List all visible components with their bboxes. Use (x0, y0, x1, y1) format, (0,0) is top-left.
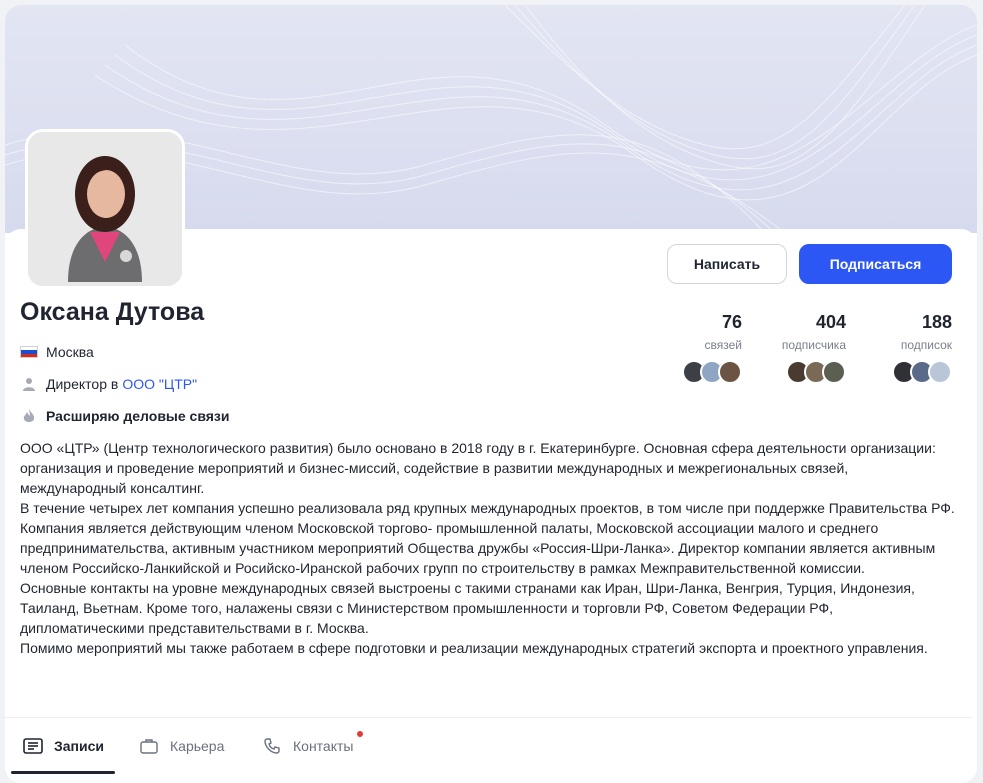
stat-connections[interactable]: 76 связей (676, 312, 742, 384)
avatar-mini (822, 360, 846, 384)
stat-avatar-stack (676, 360, 742, 384)
city-label: Москва (46, 344, 94, 360)
tab-contacts[interactable]: Контакты (261, 718, 353, 773)
russia-flag-icon (20, 345, 38, 359)
stat-followers[interactable]: 404 подписчика (770, 312, 846, 384)
stat-avatar-stack (880, 360, 952, 384)
job-prefix: Директор в (46, 376, 119, 392)
city-row: Москва (20, 344, 94, 360)
stat-value: 188 (921, 312, 952, 332)
about-paragraph: Помимо мероприятий мы также работаем в с… (20, 640, 928, 656)
job-row: Директор в ООО "ЦТР" (20, 376, 197, 392)
notification-dot (357, 731, 363, 737)
briefcase-icon (138, 737, 160, 755)
avatar[interactable] (25, 129, 185, 289)
tab-label: Контакты (293, 737, 354, 754)
stat-value: 76 (721, 312, 742, 332)
stat-value: 404 (815, 312, 846, 332)
company-link[interactable]: ООО "ЦТР" (122, 376, 197, 392)
tab-career[interactable]: Карьера (138, 718, 224, 773)
avatar-mini (928, 360, 952, 384)
active-tab-indicator (11, 771, 115, 774)
stat-label: связей (704, 338, 742, 352)
about-paragraph: ООО «ЦТР» (Центр технологического развит… (20, 440, 936, 496)
about-text: ООО «ЦТР» (Центр технологического развит… (20, 438, 955, 658)
write-message-button[interactable]: Написать (667, 244, 787, 284)
stat-label: подписок (900, 338, 952, 352)
goal-label: Расширяю деловые связи (46, 408, 230, 424)
subscribe-button[interactable]: Подписаться (799, 244, 952, 284)
tab-posts[interactable]: Записи (22, 718, 104, 773)
tab-label: Записи (54, 737, 105, 754)
avatar-mini (718, 360, 742, 384)
stat-avatar-stack (770, 360, 846, 384)
profile-tabs: Записи Карьера Контакты (0, 718, 972, 778)
about-paragraph: В течение четырех лет компания успешно р… (20, 500, 955, 576)
stat-label: подписчика (781, 338, 846, 352)
profile-card (5, 5, 977, 783)
about-paragraph: Основные контакты на уровне международны… (20, 580, 915, 636)
person-icon (20, 377, 38, 391)
posts-icon (22, 737, 44, 755)
flame-icon (20, 409, 38, 423)
stat-subscriptions[interactable]: 188 подписок (880, 312, 952, 384)
avatar-photo (28, 132, 182, 286)
tab-label: Карьера (170, 737, 225, 754)
goal-row: Расширяю деловые связи (20, 408, 230, 424)
profile-name: Оксана Дутова (20, 298, 205, 326)
phone-icon (261, 737, 283, 755)
